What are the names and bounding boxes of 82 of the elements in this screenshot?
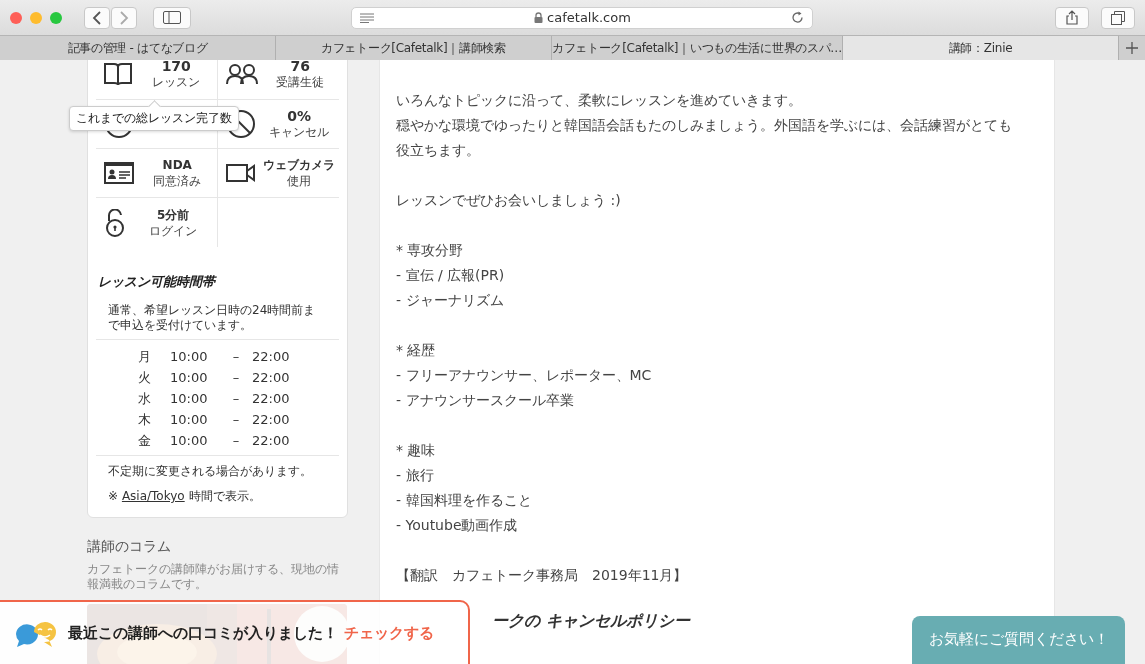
tabs-icon[interactable] bbox=[1111, 10, 1125, 25]
weekday: 火 bbox=[138, 369, 152, 387]
section-heading: ークの キャンセルポリシー bbox=[492, 611, 692, 632]
end-time: 22:00 bbox=[252, 348, 291, 366]
profile-text: - フリーアナウンサー、レポーター、MC bbox=[396, 366, 653, 385]
padlock-icon bbox=[104, 208, 126, 237]
profile-text: * 経歴 bbox=[396, 341, 437, 360]
end-time: 22:00 bbox=[252, 411, 291, 429]
lock-icon bbox=[534, 12, 544, 23]
stat-label: 同意済み bbox=[153, 174, 202, 189]
back-button[interactable] bbox=[84, 6, 110, 29]
stat-label: ログイン bbox=[149, 223, 198, 239]
stat-value: ウェブカメラ bbox=[263, 157, 336, 174]
browser-tab[interactable]: カフェトーク[Cafetalk]｜いつもの生活に世界のスパ… bbox=[551, 36, 843, 60]
end-time: 22:00 bbox=[252, 390, 291, 408]
stat-value: 0% bbox=[287, 108, 312, 125]
weekday: 木 bbox=[138, 411, 152, 429]
close-button[interactable] bbox=[10, 11, 22, 24]
browser-tab[interactable]: 講師：Zinie bbox=[843, 36, 1119, 60]
reload-icon[interactable] bbox=[791, 11, 804, 24]
stat-value: 76 bbox=[290, 60, 310, 75]
video-camera-icon bbox=[225, 164, 256, 182]
section-title: 講師のコラム bbox=[87, 538, 172, 556]
start-time: 10:00 bbox=[170, 411, 209, 429]
profile-text: - ジャーナリズム bbox=[396, 291, 505, 310]
dash: – bbox=[231, 390, 241, 408]
browser-tab[interactable]: カフェトーク[Cafetalk]｜講師検索 bbox=[276, 36, 552, 60]
end-time: 22:00 bbox=[252, 432, 291, 450]
stat-label: キャンセル bbox=[269, 125, 330, 140]
timezone-note: 時間で表示。 bbox=[188, 489, 261, 503]
dash: – bbox=[231, 411, 241, 429]
profile-text: いろんなトピックに沿って、柔軟にレッスンを進めていきます。 bbox=[396, 91, 803, 110]
browser-tab[interactable]: 記事の管理 - はてなブログ bbox=[0, 36, 276, 60]
stat-value: 5分前 bbox=[157, 206, 190, 224]
profile-text: * 趣味 bbox=[396, 441, 437, 460]
profile-text: - 旅行 bbox=[396, 466, 435, 485]
stat-label: レッスン bbox=[152, 75, 201, 90]
schedule-footnote: 不定期に変更される場合があります。 bbox=[107, 463, 313, 480]
start-time: 10:00 bbox=[170, 348, 209, 366]
stat-value: NDA bbox=[162, 157, 192, 174]
dash: – bbox=[231, 348, 241, 366]
dash: – bbox=[231, 432, 241, 450]
profile-text: - 韓国料理を作ること bbox=[396, 491, 533, 510]
sidebar-button[interactable] bbox=[153, 6, 191, 29]
reader-icon[interactable] bbox=[360, 12, 374, 23]
profile-text: - 宣伝 / 広報(PR) bbox=[396, 266, 506, 285]
section-description: カフェトークの講師陣がお届けする、現地の情報満載のコラムです。 bbox=[87, 562, 340, 592]
notice-text: 最近この講師への口コミが入りました！ bbox=[68, 624, 338, 643]
address-bar[interactable]: cafetalk.com bbox=[351, 6, 813, 29]
book-icon bbox=[104, 62, 132, 86]
start-time: 10:00 bbox=[170, 369, 209, 387]
weekday: 月 bbox=[138, 348, 152, 366]
weekday: 水 bbox=[138, 390, 152, 408]
start-time: 10:00 bbox=[170, 432, 209, 450]
start-time: 10:00 bbox=[170, 390, 209, 408]
share-icon[interactable] bbox=[1066, 10, 1078, 25]
reference-mark: ※ bbox=[108, 489, 119, 503]
stat-label: 使用 bbox=[287, 174, 312, 189]
profile-text: レッスンでぜひお会いしましょう :) bbox=[396, 191, 622, 210]
people-icon bbox=[225, 63, 258, 85]
plus-icon[interactable] bbox=[1126, 42, 1138, 54]
profile-text: - アナウンサースクール卒業 bbox=[396, 391, 575, 410]
timezone-link[interactable]: Asia/Tokyo bbox=[121, 489, 185, 503]
chat-bubbles-icon bbox=[14, 620, 58, 650]
profile-text: - Youtube動画作成 bbox=[396, 516, 519, 535]
stat-value: 170 bbox=[161, 60, 191, 75]
stat-label: 受講生徒 bbox=[276, 75, 325, 90]
tooltip: これまでの総レッスン完了数 bbox=[69, 106, 239, 131]
end-time: 22:00 bbox=[252, 369, 291, 387]
id-card-icon bbox=[104, 162, 134, 184]
weekday: 金 bbox=[138, 432, 152, 450]
dash: – bbox=[231, 369, 241, 387]
profile-text: * 専攻分野 bbox=[396, 241, 465, 260]
back-icon[interactable] bbox=[92, 10, 102, 25]
new-tab-button[interactable] bbox=[1119, 36, 1145, 60]
section-title: レッスン可能時間帯 bbox=[98, 273, 218, 291]
url-text: cafetalk.com bbox=[547, 10, 631, 25]
schedule-note: 通常、希望レッスン日時の24時間前まで申込を受付けています。 bbox=[96, 291, 339, 340]
profile-text: 穏やかな環境でゆったりと韓国語会話もたのしみましょう。外国語を学ぶには、会話練習がとても役立ちます。 bbox=[396, 116, 1013, 160]
sidebar-icon[interactable] bbox=[163, 11, 181, 24]
tabs-overview-button[interactable] bbox=[1101, 6, 1135, 29]
profile-text: 【翻訳 カフェトーク事務局 2019年11月】 bbox=[396, 566, 689, 585]
